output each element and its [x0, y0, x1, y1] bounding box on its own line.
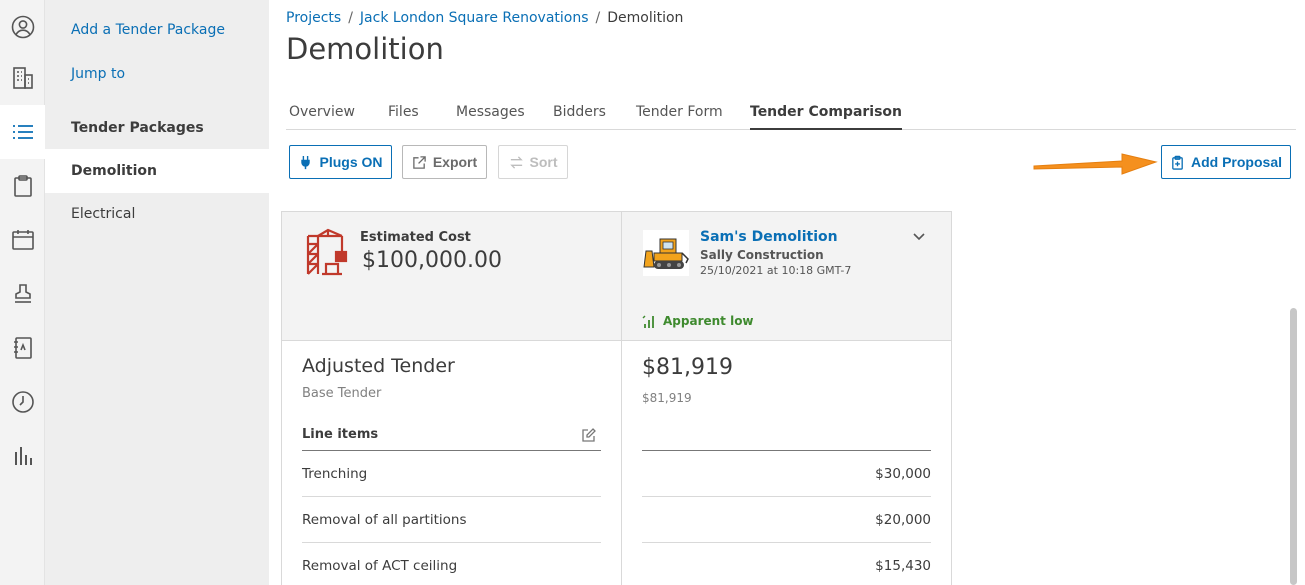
breadcrumb-projects[interactable]: Projects	[286, 10, 341, 26]
edit-icon[interactable]	[581, 427, 597, 443]
sort-label: Sort	[529, 154, 558, 170]
tab-bar: Overview Files Messages Bidders Tender F…	[286, 96, 1296, 130]
bidder-values-column: $81,919 $81,919 $30,000 $20,000 $15,430	[622, 341, 951, 585]
apparent-low-badge: Apparent low	[642, 313, 754, 329]
clock-icon	[11, 391, 34, 413]
icon-rail	[0, 0, 45, 585]
bidder-header-cell: Sam's Demolition Sally Construction 25/1…	[622, 212, 951, 341]
page-title: Demolition	[286, 32, 444, 66]
crane-icon	[306, 228, 348, 276]
chevron-down-icon[interactable]	[912, 232, 926, 242]
line-item-name: Removal of all partitions	[302, 511, 467, 528]
rail-notebook[interactable]	[0, 321, 45, 375]
base-tender-label: Base Tender	[302, 386, 382, 401]
bar-chart-icon	[14, 447, 32, 465]
bid-line-item-row: $15,430	[642, 543, 931, 585]
line-items-header: Line items	[302, 427, 601, 451]
rail-list[interactable]	[0, 105, 45, 159]
rail-reports[interactable]	[0, 429, 45, 483]
signal-bars-icon	[642, 315, 654, 328]
bid-line-item-row: $20,000	[642, 497, 931, 543]
bidder-name-link[interactable]: Sam's Demolition	[700, 229, 838, 245]
breadcrumb-project[interactable]: Jack London Square Renovations	[360, 10, 589, 26]
rail-clipboard[interactable]	[0, 159, 45, 213]
line-items-label: Line items	[302, 427, 379, 442]
tender-packages-heading: Tender Packages	[71, 120, 204, 136]
export-label: Export	[432, 154, 478, 170]
line-item-amount: $20,000	[875, 511, 931, 528]
breadcrumb: Projects / Jack London Square Renovations /…	[286, 10, 684, 26]
add-tender-package-link[interactable]: Add a Tender Package	[71, 22, 225, 38]
add-proposal-label: Add Proposal	[1190, 154, 1282, 170]
tab-messages[interactable]: Messages	[456, 104, 525, 130]
adjusted-tender-title: Adjusted Tender	[302, 355, 455, 377]
sort-icon	[509, 155, 523, 169]
subnav-item-demolition[interactable]: Demolition	[45, 149, 269, 193]
list-icon	[12, 125, 33, 139]
rail-stamp[interactable]	[0, 267, 45, 321]
rail-projects[interactable]	[0, 51, 45, 105]
tab-tender-form[interactable]: Tender Form	[636, 104, 723, 130]
bid-line-items-header	[642, 427, 931, 451]
clipboard-icon	[13, 175, 32, 197]
subnav-item-electrical[interactable]: Electrical	[71, 206, 135, 222]
line-item-amount: $15,430	[875, 557, 931, 574]
breadcrumb-current: Demolition	[607, 10, 684, 26]
adjusted-tender-column: Adjusted Tender Base Tender Line items T…	[282, 341, 622, 585]
notebook-icon	[13, 337, 32, 359]
line-item-row: Removal of ACT ceiling	[302, 543, 601, 585]
calendar-icon	[11, 230, 34, 250]
rail-profile[interactable]	[0, 0, 45, 54]
clipboard-plus-icon	[1172, 155, 1183, 170]
line-item-row: Trenching	[302, 451, 601, 497]
tab-bidders[interactable]: Bidders	[553, 104, 606, 130]
bulldozer-icon	[643, 230, 689, 276]
jump-to-link[interactable]: Jump to	[71, 66, 125, 82]
rail-calendar[interactable]	[0, 213, 45, 267]
estimated-cost-cell: Estimated Cost $100,000.00	[282, 212, 622, 341]
export-button[interactable]: Export	[402, 145, 487, 179]
line-item-name: Removal of ACT ceiling	[302, 557, 458, 574]
tab-tender-comparison[interactable]: Tender Comparison	[750, 104, 903, 130]
page-scrollbar[interactable]	[1290, 308, 1297, 585]
plugs-label: Plugs ON	[319, 154, 383, 170]
plugs-toggle-button[interactable]: Plugs ON	[289, 145, 392, 179]
stamp-icon	[14, 284, 31, 303]
callout-arrow-icon	[1033, 153, 1158, 175]
sort-button[interactable]: Sort	[498, 145, 568, 179]
bidder-company: Sally Construction	[700, 248, 824, 262]
tender-package-nav: Add a Tender Package Jump to Tender Pack…	[45, 0, 269, 585]
tab-files[interactable]: Files	[388, 104, 419, 130]
apparent-low-label: Apparent low	[663, 314, 754, 328]
tender-comparison-grid: Estimated Cost $100,000.00 Sam's Demolit…	[281, 211, 952, 585]
estimated-cost-label: Estimated Cost	[360, 230, 471, 245]
building-icon	[12, 67, 33, 89]
bid-submitted-date: 25/10/2021 at 10:18 GMT-7	[700, 264, 852, 277]
line-item-name: Trenching	[302, 465, 368, 482]
tab-overview[interactable]: Overview	[289, 104, 355, 130]
add-proposal-button[interactable]: Add Proposal	[1161, 145, 1291, 179]
estimated-cost-value: $100,000.00	[362, 248, 502, 273]
line-item-row: Removal of all partitions	[302, 497, 601, 543]
line-item-amount: $30,000	[875, 465, 931, 482]
export-icon	[413, 155, 426, 169]
plug-icon	[301, 155, 311, 169]
rail-clock[interactable]	[0, 375, 45, 429]
user-circle-icon	[11, 15, 34, 39]
bid-line-item-row: $30,000	[642, 451, 931, 497]
bid-total: $81,919	[642, 355, 733, 380]
bid-base-total: $81,919	[642, 391, 692, 405]
